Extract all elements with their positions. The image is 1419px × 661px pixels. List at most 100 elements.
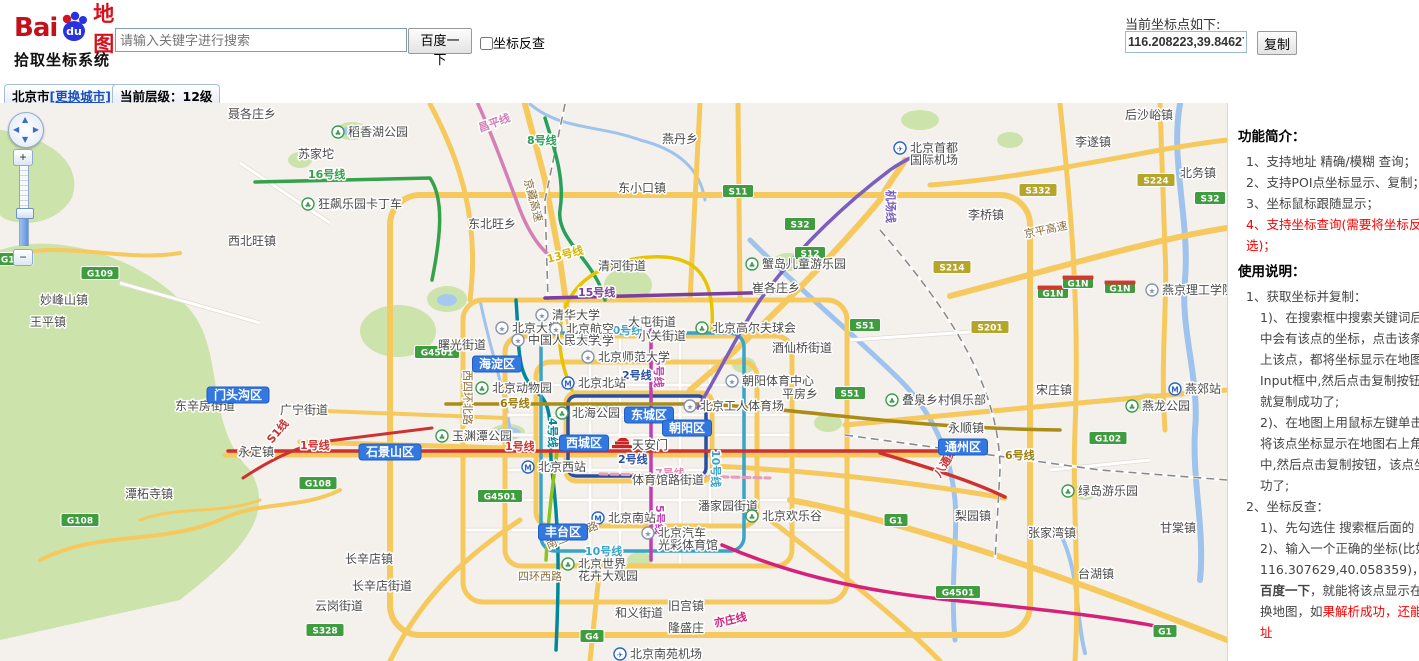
map-poi-label[interactable]: 梨园镇 <box>955 509 991 523</box>
svg-text:燕丹乡: 燕丹乡 <box>662 132 698 146</box>
baidu-paw-icon: du <box>57 8 91 48</box>
city-tab: 北京市[更换城市] <box>4 84 119 103</box>
svg-text:曙光街道: 曙光街道 <box>438 338 486 352</box>
district-label[interactable]: 西城区 <box>560 435 609 451</box>
svg-text:★: ★ <box>499 325 506 334</box>
district-label[interactable]: 海淀区 <box>473 356 522 372</box>
district-label[interactable]: 石景山区 <box>359 444 421 460</box>
map-poi-label[interactable]: 曙光街道 <box>438 338 486 352</box>
map-poi-label[interactable]: 隆盛庄 <box>668 620 704 635</box>
svg-text:✈: ✈ <box>897 145 903 154</box>
map-poi-label[interactable]: 广宁街道 <box>280 402 328 417</box>
map-poi-label[interactable]: 燕丹乡 <box>662 132 698 146</box>
zoom-level-value: 12级 <box>183 89 213 104</box>
district-label[interactable]: 朝阳区 <box>663 420 712 436</box>
reverse-lookup-checkbox[interactable] <box>480 37 493 50</box>
svg-text:北京南苑机场: 北京南苑机场 <box>630 646 702 661</box>
svg-text:稻香湖公园: 稻香湖公园 <box>348 124 408 139</box>
svg-text:后沙峪镇: 后沙峪镇 <box>1125 108 1173 122</box>
svg-text:♣: ♣ <box>565 561 572 570</box>
svg-text:北海公园: 北海公园 <box>572 405 620 420</box>
coordinate-value-input[interactable] <box>1125 31 1247 53</box>
zoom-slider-track[interactable] <box>19 166 29 246</box>
map-zoom-control[interactable]: + − <box>13 146 35 266</box>
road-shield: S51 <box>850 319 881 332</box>
map-poi-label[interactable]: 宋庄镇 <box>1036 382 1072 397</box>
logo-subtitle: 拾取坐标系统 <box>14 49 124 70</box>
zoom-out-button[interactable]: − <box>13 249 33 266</box>
map-poi-label[interactable]: 永顺镇 <box>948 421 984 435</box>
copy-button[interactable]: 复制 <box>1257 31 1297 55</box>
map-poi-label[interactable]: 平房乡 <box>782 386 818 401</box>
road-name-label[interactable]: 四环西路 <box>518 570 562 583</box>
map-poi-label[interactable]: 酒仙桥街道 <box>772 341 832 355</box>
map-poi-label[interactable]: 妙峰山镇 <box>40 293 88 307</box>
svg-text:大屯街道: 大屯街道 <box>628 315 676 329</box>
road-shield: S32 <box>785 218 816 231</box>
pan-up-icon[interactable]: ▲ <box>22 116 28 124</box>
svg-text:西城区: 西城区 <box>566 435 602 450</box>
road-shield: S214 <box>933 261 971 274</box>
district-label[interactable]: 通州区 <box>939 439 988 455</box>
svg-text:♣: ♣ <box>479 385 486 394</box>
map-svg[interactable]: G109G109G108G108G4501G4501G4501S328G4G1G… <box>0 103 1227 661</box>
svg-text:♣: ♣ <box>699 325 706 334</box>
road-shield: S32 <box>1195 192 1226 205</box>
map-poi-label[interactable]: 王平镇 <box>30 315 66 329</box>
map-poi-label[interactable]: 东小口镇 <box>618 181 666 195</box>
map-poi-label[interactable]: 东北旺乡 <box>468 217 516 231</box>
change-city-link[interactable]: [更换城市] <box>50 89 111 104</box>
map-poi-label[interactable]: 西北旺镇 <box>228 234 276 248</box>
svg-text:潭柘寺镇: 潭柘寺镇 <box>125 487 173 501</box>
map-poi-label[interactable]: 清河街道 <box>598 259 646 273</box>
map-canvas[interactable]: G109G109G108G108G4501G4501G4501S328G4G1G… <box>0 103 1228 661</box>
map-poi-label[interactable]: 长辛店街道 <box>352 579 412 593</box>
district-label[interactable]: 丰台区 <box>539 524 588 540</box>
map-poi-label[interactable]: 崔各庄乡 <box>752 280 800 295</box>
map-poi-label[interactable]: 苏家坨 <box>298 146 334 161</box>
map-poi-label[interactable]: 台湖镇 <box>1078 566 1114 581</box>
map-poi-label[interactable]: 北务镇 <box>1180 165 1216 180</box>
map-pan-control[interactable]: ▲ ▼ ◀ ▶ <box>8 112 44 148</box>
pan-right-icon[interactable]: ▶ <box>33 126 39 134</box>
pan-down-icon[interactable]: ▼ <box>22 136 28 144</box>
map-poi-label[interactable]: 体育馆路街道 <box>632 472 704 487</box>
map-poi-label[interactable]: 旧宫镇 <box>668 598 704 613</box>
map-poi-label[interactable]: 后沙峪镇 <box>1125 108 1173 122</box>
district-label[interactable]: 门头沟区 <box>207 387 269 403</box>
map-poi-label[interactable]: M北京西站 <box>522 460 586 474</box>
map-poi-label[interactable]: 大屯街道 <box>628 315 676 329</box>
map-poi-label[interactable]: 长辛店镇 <box>345 552 393 566</box>
map-poi-label[interactable]: 聂各庄乡 <box>228 106 276 121</box>
search-button[interactable]: 百度一下 <box>408 28 472 54</box>
tree-icon: ♣ <box>556 407 568 419</box>
road-name-label[interactable]: 西四环北路 <box>461 370 474 425</box>
svg-text:西北旺镇: 西北旺镇 <box>228 234 276 248</box>
map-poi-label[interactable]: 小关街道 <box>638 329 686 343</box>
zoom-slider-thumb[interactable] <box>16 208 34 219</box>
search-input[interactable] <box>115 28 407 52</box>
map-poi-label[interactable]: 甘棠镇 <box>1160 521 1196 535</box>
zoom-in-button[interactable]: + <box>13 149 33 166</box>
baidu-map-logo[interactable]: Bai du 地图 拾取坐标系统 <box>14 8 124 70</box>
map-poi-label[interactable]: 李遂镇 <box>1075 134 1111 149</box>
map-poi-label[interactable]: 张家湾镇 <box>1028 525 1076 540</box>
svg-text:酒仙桥街道: 酒仙桥街道 <box>772 341 832 355</box>
map-poi-label[interactable]: 和义街道 <box>615 606 663 620</box>
tree-icon: ♣ <box>476 382 488 394</box>
airport-icon: ✈ <box>614 648 626 660</box>
svg-text:朝阳体育中心: 朝阳体育中心 <box>742 373 814 388</box>
map-poi-label[interactable]: 李桥镇 <box>968 207 1004 222</box>
pan-left-icon[interactable]: ◀ <box>13 126 19 134</box>
svg-text:门头沟区: 门头沟区 <box>214 387 262 402</box>
map-poi-label[interactable]: 潭柘寺镇 <box>125 487 173 501</box>
svg-text:G1: G1 <box>1158 628 1172 638</box>
svg-text:1号线: 1号线 <box>300 438 330 452</box>
svg-text:✈: ✈ <box>617 651 623 660</box>
map-poi-label[interactable]: M燕郊站 <box>1169 382 1221 396</box>
map-poi-label[interactable]: M北京北站 <box>562 376 626 390</box>
map-poi-label[interactable]: ♣燕龙公园 <box>1126 399 1190 413</box>
map-poi-label[interactable]: 永定镇 <box>238 444 274 459</box>
usage-list: 1、获取坐标并复制：1)、在搜索框中搜索关键词后，左侧列表中会有该点的坐标，点击… <box>1238 286 1419 643</box>
map-poi-label[interactable]: 云岗街道 <box>315 599 363 613</box>
